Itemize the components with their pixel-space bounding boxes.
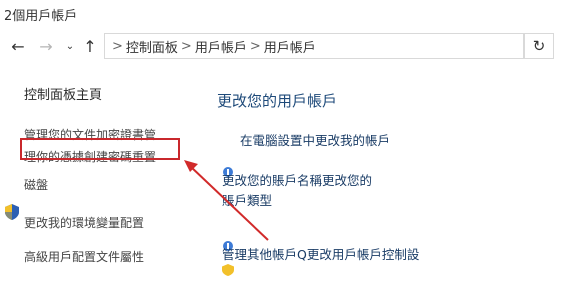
shield-icon <box>5 204 19 220</box>
navigation-bar: ← → ⌄ ↑ > 控制面板 > 用戶帳戶 > 用戶帳戶 ↻ <box>0 32 564 62</box>
refresh-icon[interactable]: ↻ <box>524 33 554 59</box>
sidebar-item-environment-variables[interactable]: 更改我的環境變量配置 <box>24 214 144 231</box>
sidebar-item-control-panel-home[interactable]: 控制面板主頁 <box>24 84 102 103</box>
forward-arrow-icon[interactable]: → <box>36 36 56 56</box>
back-arrow-icon[interactable]: ← <box>8 36 28 56</box>
title-bar: 2個用戶帳戶 <box>0 0 564 28</box>
breadcrumb-separator: > <box>112 38 123 54</box>
breadcrumb-separator: > <box>249 38 261 54</box>
window-title: 2個用戶帳戶 <box>4 9 78 24</box>
link-change-account-type[interactable]: 賬戶類型 <box>222 190 272 209</box>
main-content: 更改您的用戶帳戶 在電腦設置中更改我的帳戶 更改您的賬戶名稱更改您的 賬戶類型 … <box>200 70 564 297</box>
breadcrumb-item-current[interactable]: 用戶帳戶 <box>264 37 316 56</box>
sidebar-item-advanced-profile-properties[interactable]: 高級用戶配置文件屬性 <box>24 248 144 265</box>
sidebar: 控制面板主頁 管理您的文件加密證書管 理你的憑據創建密碼重置 磁盤 更改我的環境… <box>0 70 200 297</box>
chevron-down-icon[interactable]: ⌄ <box>60 36 80 56</box>
page-title: 更改您的用戶帳戶 <box>217 92 338 110</box>
breadcrumb-separator: > <box>180 38 192 54</box>
link-change-account-name[interactable]: 更改您的賬戶名稱更改您的 <box>222 170 372 189</box>
breadcrumb-item-control-panel[interactable]: 控制面板 <box>126 37 178 56</box>
up-arrow-icon[interactable]: ↑ <box>80 36 100 56</box>
link-change-account-in-pc-settings[interactable]: 在電腦設置中更改我的帳戶 <box>240 130 390 149</box>
sidebar-item-disk[interactable]: 磁盤 <box>24 176 48 193</box>
highlight-annotation-box <box>20 138 180 160</box>
breadcrumb-item-user-accounts[interactable]: 用戶帳戶 <box>195 37 247 56</box>
link-manage-other-accounts[interactable]: 管理其他帳戶Q更改用戶帳戶控制設 <box>222 244 419 263</box>
uac-settings-icon <box>222 264 234 276</box>
control-panel-window: 2個用戶帳戶 ← → ⌄ ↑ > 控制面板 > 用戶帳戶 > 用戶帳戶 ↻ 控制… <box>0 0 564 297</box>
address-bar[interactable]: > 控制面板 > 用戶帳戶 > 用戶帳戶 <box>104 33 524 59</box>
